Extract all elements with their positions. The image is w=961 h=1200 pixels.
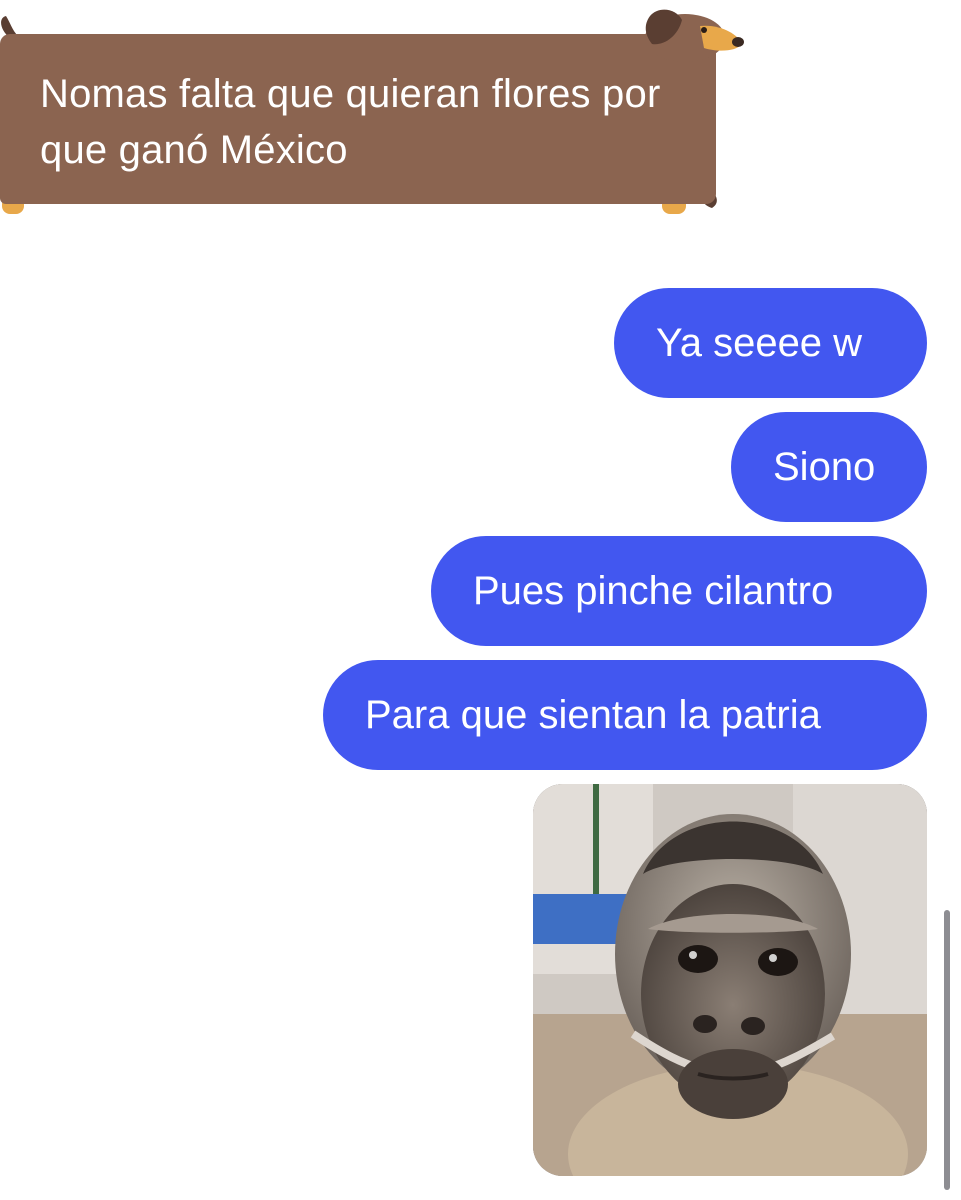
dachshund-head-icon — [645, 9, 744, 62]
incoming-message[interactable]: Nomas falta que quieran flores por que g… — [0, 0, 760, 230]
outgoing-message-text: Para que sientan la patria — [365, 693, 821, 737]
image-attachment[interactable] — [533, 784, 927, 1176]
outgoing-message-text: Pues pinche cilantro — [473, 569, 834, 613]
outgoing-message-text: Ya seeee w — [656, 321, 863, 365]
outgoing-message[interactable]: Pues pinche cilantro — [431, 536, 927, 646]
outgoing-message[interactable]: Siono — [731, 412, 927, 522]
outgoing-message-text: Siono — [773, 445, 876, 489]
outgoing-message[interactable]: Para que sientan la patria — [323, 660, 927, 770]
outgoing-message[interactable]: Ya seeee w — [614, 288, 927, 398]
monkey-photo — [533, 784, 927, 1176]
incoming-message-text: Nomas falta que quieran flores por que g… — [40, 72, 661, 172]
scrollbar[interactable] — [944, 910, 950, 1190]
